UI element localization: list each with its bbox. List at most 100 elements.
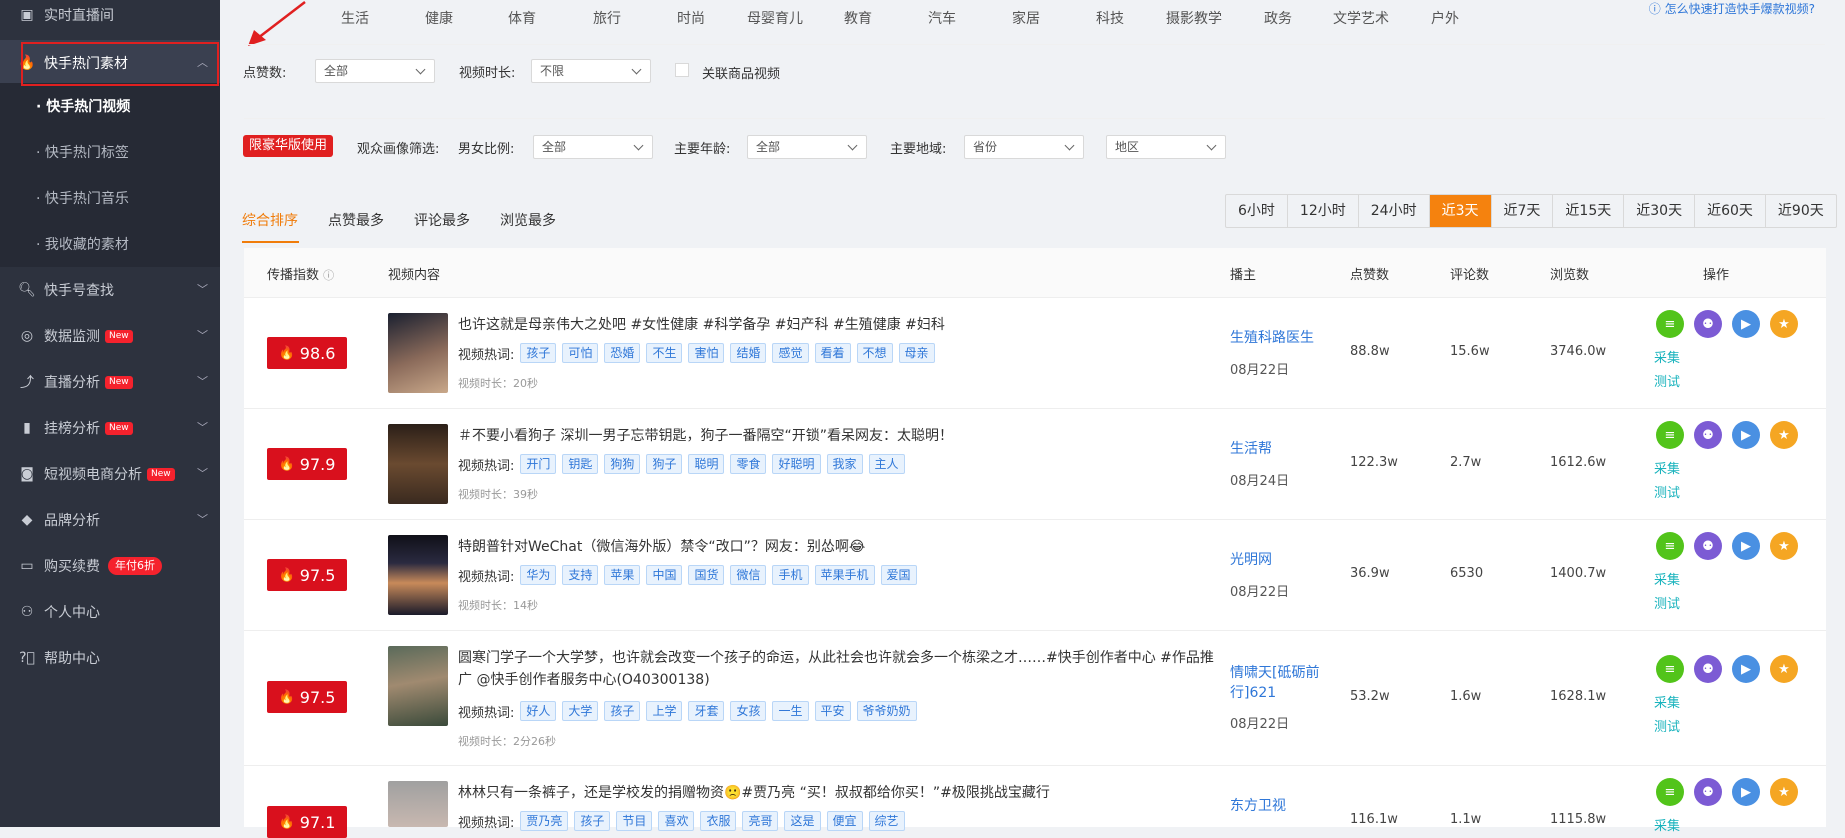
hot-word-tag[interactable]: 华为 xyxy=(520,565,557,585)
sort-tab-most-likes[interactable]: 点赞最多 xyxy=(328,210,384,230)
collect-link[interactable]: 采集 xyxy=(1654,815,1680,834)
sort-tab-comprehensive[interactable]: 综合排序 xyxy=(242,210,298,230)
hot-word-tag[interactable]: 节目 xyxy=(616,811,653,831)
category-health[interactable]: 健康 xyxy=(425,8,453,28)
audience-icon[interactable]: ⚉ xyxy=(1694,310,1722,338)
category-parenting[interactable]: 母婴育儿 xyxy=(747,8,803,28)
star-icon[interactable]: ★ xyxy=(1770,778,1798,806)
help-link[interactable]: ⓘ 怎么快速打造快手爆款视频? xyxy=(1649,0,1815,17)
hot-word-tag[interactable]: 我家 xyxy=(826,454,863,474)
hot-word-tag[interactable]: 亮哥 xyxy=(742,811,779,831)
sidebar-item-profile[interactable]: ⚇ 个人中心 xyxy=(0,589,220,635)
star-icon[interactable]: ★ xyxy=(1770,421,1798,449)
hot-word-tag[interactable]: 贾乃亮 xyxy=(520,811,569,831)
category-education[interactable]: 教育 xyxy=(844,8,872,28)
category-photography[interactable]: 摄影教学 xyxy=(1166,8,1222,28)
video-title[interactable]: 林林只有一条裤子，还是学校发的捐赠物资🙁#贾乃亮 “买！叔叔都给你买！”#极限挑… xyxy=(458,782,1218,804)
hot-word-tag[interactable]: 开门 xyxy=(520,454,557,474)
sidebar-sub-hot-tags[interactable]: · 快手热门标签 xyxy=(0,129,220,175)
header-likes[interactable]: 点赞数 xyxy=(1350,264,1389,283)
hot-word-tag[interactable]: 主人 xyxy=(868,454,905,474)
province-select[interactable]: 省份 xyxy=(964,135,1084,159)
sidebar-item-live-analysis[interactable]: ⤴ 直播分析 New ﹀ xyxy=(0,359,220,405)
video-title[interactable]: 也许这就是母亲伟大之处吧 #女性健康 #科学备孕 #妇产科 #生殖健康 #妇科 xyxy=(458,314,1218,336)
age-select[interactable]: 全部 xyxy=(747,135,867,159)
sidebar-item-brand[interactable]: ◆ 品牌分析 ﹀ xyxy=(0,497,220,543)
sidebar-item-help[interactable]: ?⃝ 帮助中心 xyxy=(0,635,220,681)
hot-word-tag[interactable]: 这是 xyxy=(784,811,821,831)
sidebar-item-rank-analysis[interactable]: ▮ 挂榜分析 New ﹀ xyxy=(0,405,220,451)
hot-word-tag[interactable]: 爷爷奶奶 xyxy=(856,701,917,721)
hot-word-tag[interactable]: 孩子 xyxy=(574,811,611,831)
hot-word-tag[interactable]: 苹果手机 xyxy=(814,565,875,585)
time-7d[interactable]: 近7天 xyxy=(1492,195,1554,227)
test-link[interactable]: 测试 xyxy=(1654,482,1680,501)
hot-word-tag[interactable]: 零食 xyxy=(730,454,767,474)
audience-icon[interactable]: ⚉ xyxy=(1694,421,1722,449)
hot-word-tag[interactable]: 微信 xyxy=(730,565,767,585)
hot-word-tag[interactable]: 不想 xyxy=(856,343,893,363)
sidebar-item-data-monitor[interactable]: ◎ 数据监测 New ﹀ xyxy=(0,313,220,359)
video-title[interactable]: 圆寒门学子一个大学梦，也许就会改变一个孩子的命运，从此社会也许就会多一个栋梁之才… xyxy=(458,647,1218,691)
product-video-checkbox[interactable] xyxy=(675,63,689,77)
list-icon[interactable]: ≡ xyxy=(1656,421,1684,449)
info-icon[interactable]: ⓘ xyxy=(323,269,334,282)
category-government[interactable]: 政务 xyxy=(1264,8,1292,28)
video-title[interactable]: 特朗普针对WeChat（微信海外版）禁令“改口”？网友：别怂啊😂 xyxy=(458,536,1218,558)
hot-word-tag[interactable]: 上学 xyxy=(646,701,683,721)
hot-word-tag[interactable]: 好聪明 xyxy=(772,454,821,474)
video-thumbnail[interactable] xyxy=(388,781,448,827)
sidebar-item-account-search[interactable]: 🔍︎ 快手号查找 ﹀ xyxy=(0,267,220,313)
hot-word-tag[interactable]: 女孩 xyxy=(730,701,767,721)
list-icon[interactable]: ≡ xyxy=(1656,532,1684,560)
author-link[interactable]: 生殖科路医生 xyxy=(1230,328,1330,348)
time-6h[interactable]: 6小时 xyxy=(1226,195,1288,227)
category-sports[interactable]: 体育 xyxy=(508,8,536,28)
hot-word-tag[interactable]: 感觉 xyxy=(772,343,809,363)
hot-word-tag[interactable]: 苹果 xyxy=(604,565,641,585)
hot-word-tag[interactable]: 一生 xyxy=(772,701,809,721)
play-icon[interactable]: ▶ xyxy=(1732,421,1760,449)
hot-word-tag[interactable]: 孩子 xyxy=(520,343,557,363)
collect-link[interactable]: 采集 xyxy=(1654,347,1680,366)
test-link[interactable]: 测试 xyxy=(1654,371,1680,390)
video-thumbnail[interactable] xyxy=(388,646,448,726)
category-fashion[interactable]: 时尚 xyxy=(677,8,705,28)
hot-word-tag[interactable]: 可怕 xyxy=(562,343,599,363)
sidebar-sub-hot-music[interactable]: · 快手热门音乐 xyxy=(0,175,220,221)
video-thumbnail[interactable] xyxy=(388,313,448,393)
hot-word-tag[interactable]: 看着 xyxy=(814,343,851,363)
audience-icon[interactable]: ⚉ xyxy=(1694,532,1722,560)
sidebar-item-live-room[interactable]: ▣ 实时直播间 xyxy=(0,0,220,38)
sidebar-item-purchase[interactable]: ▭ 购买续费 年付6折 xyxy=(0,543,220,589)
header-views[interactable]: 浏览数 xyxy=(1550,264,1589,283)
hot-word-tag[interactable]: 母亲 xyxy=(898,343,935,363)
hot-word-tag[interactable]: 衣服 xyxy=(700,811,737,831)
time-15d[interactable]: 近15天 xyxy=(1553,195,1625,227)
author-link[interactable]: 情啸天[砥砺前行]621 xyxy=(1230,663,1330,703)
sidebar-item-ecommerce[interactable]: ◙ 短视频电商分析 New ﹀ xyxy=(0,451,220,497)
hot-word-tag[interactable]: 聪明 xyxy=(688,454,725,474)
play-icon[interactable]: ▶ xyxy=(1732,655,1760,683)
time-3d[interactable]: 近3天 xyxy=(1429,195,1492,227)
hot-word-tag[interactable]: 平安 xyxy=(814,701,851,721)
hot-word-tag[interactable]: 恐婚 xyxy=(604,343,641,363)
hot-word-tag[interactable]: 孩子 xyxy=(604,701,641,721)
category-literature[interactable]: 文学艺术 xyxy=(1333,8,1389,28)
list-icon[interactable]: ≡ xyxy=(1656,310,1684,338)
play-icon[interactable]: ▶ xyxy=(1732,310,1760,338)
hot-word-tag[interactable]: 不生 xyxy=(646,343,683,363)
hot-word-tag[interactable]: 国货 xyxy=(688,565,725,585)
category-travel[interactable]: 旅行 xyxy=(593,8,621,28)
time-60d[interactable]: 近60天 xyxy=(1695,195,1766,227)
hot-word-tag[interactable]: 综艺 xyxy=(868,811,905,831)
sort-tab-most-comments[interactable]: 评论最多 xyxy=(414,210,470,230)
hot-word-tag[interactable]: 钥匙 xyxy=(562,454,599,474)
author-link[interactable]: 生活帮 xyxy=(1230,439,1330,459)
time-24h[interactable]: 24小时 xyxy=(1359,195,1430,227)
hot-word-tag[interactable]: 爱国 xyxy=(880,565,917,585)
collect-link[interactable]: 采集 xyxy=(1654,458,1680,477)
time-90d[interactable]: 近90天 xyxy=(1766,195,1836,227)
sidebar-sub-hot-video[interactable]: · 快手热门视频 xyxy=(0,83,220,129)
audience-icon[interactable]: ⚉ xyxy=(1694,655,1722,683)
